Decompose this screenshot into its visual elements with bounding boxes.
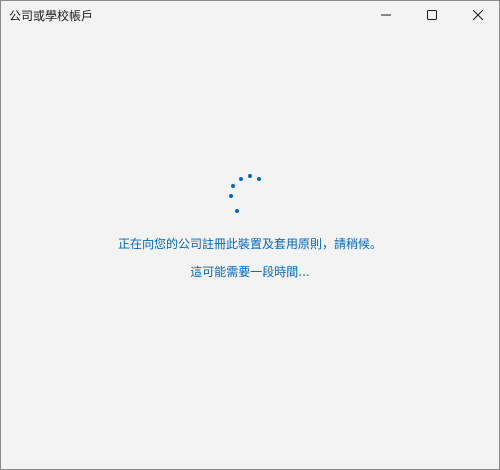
maximize-icon [427,10,437,20]
close-icon [473,10,483,20]
loading-spinner-icon [219,169,269,219]
spinner-dot [231,184,235,188]
spinner-dot [235,209,239,213]
close-button[interactable] [455,1,499,29]
spinner-dot [257,177,261,181]
spinner-dot [229,194,233,198]
spinner-dot [248,174,252,178]
spinner-dot [239,177,243,181]
window-title: 公司或學校帳戶 [9,9,94,23]
maximize-button[interactable] [409,1,455,29]
minimize-icon [381,14,391,16]
wait-time-message: 這可能需要一段時間... [190,265,310,279]
registration-status-message: 正在向您的公司註冊此裝置及套用原則，請稍候。 [117,237,382,251]
minimize-button[interactable] [363,1,409,29]
app-window: 公司或學校帳戶 正在向您的公司註冊此裝置及套用原則，請稍候。 這可能需要一段時間… [0,0,500,470]
title-bar[interactable]: 公司或學校帳戶 [1,1,499,29]
